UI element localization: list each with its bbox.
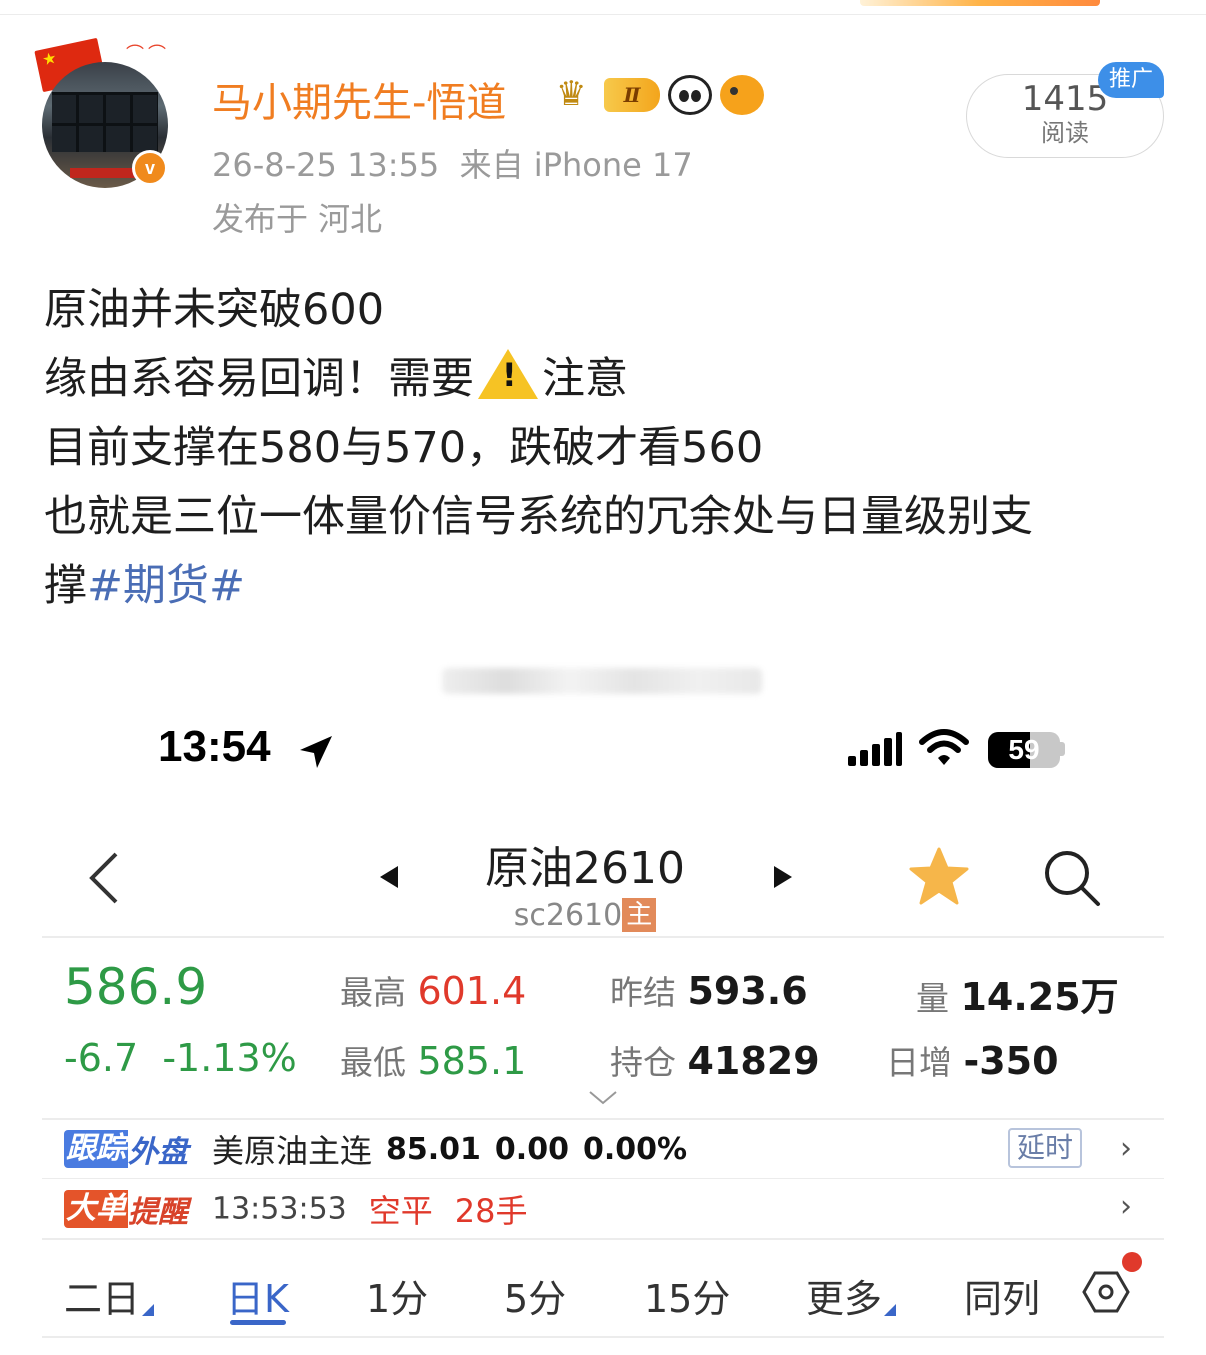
post-line: 也就是三位一体量价信号系统的冗余处与日量级别支 — [44, 492, 1033, 542]
instrument-code-row: sc2610 主 — [490, 898, 680, 933]
foreign-change: 0.00 — [494, 1131, 569, 1167]
big-order-type: 空平 — [368, 1192, 433, 1230]
divider — [42, 1238, 1164, 1240]
post-line: 撑#期货# — [44, 561, 246, 611]
top-accent-bar — [860, 0, 1100, 6]
tab-1min[interactable]: 1分 — [366, 1268, 428, 1323]
divider — [42, 1336, 1164, 1338]
alert-tag: 提醒 — [128, 1195, 188, 1230]
foreign-price: 85.01 — [386, 1131, 481, 1167]
battery-icon: 59 — [988, 732, 1060, 768]
blurred-watermark — [442, 668, 762, 694]
user-badges: ♛ Ⅱ — [556, 74, 764, 116]
divider — [42, 1118, 1164, 1120]
battery-tip — [1060, 742, 1065, 756]
open-interest-value: 41829 — [687, 1039, 820, 1083]
low-field: 最低 585.1 — [340, 1039, 527, 1083]
post-line: 缘由系容易回调！需要! 注意 — [44, 345, 1164, 414]
star-icon[interactable] — [908, 846, 970, 906]
chevron-down-icon[interactable] — [588, 1090, 618, 1106]
daily-change-field: 日增 -350 — [886, 1039, 1059, 1083]
post-text: 原油并未突破600 缘由系容易回调！需要! 注意 目前支撑在580与570，跌破才… — [44, 276, 1164, 621]
verified-badge-icon: v — [132, 150, 168, 186]
high-field: 最高 601.4 — [340, 969, 527, 1013]
tab-same-column[interactable]: 同列 — [964, 1268, 1040, 1323]
big-order-time: 13:53:53 — [212, 1191, 347, 1227]
tracking-tag: 跟踪 — [64, 1130, 128, 1168]
author-avatar-group[interactable]: ★ ⌒⌒ v — [34, 37, 174, 188]
main-contract-tag: 主 — [622, 898, 657, 932]
post-source: 来自 iPhone 17 — [459, 146, 693, 184]
period-tabs: 二日 日K 1分 5分 15分 更多 同列 — [42, 1252, 1164, 1336]
foreign-percent: 0.00% — [582, 1131, 688, 1167]
promo-badge: 推广 — [1098, 62, 1164, 98]
foreign-market-row[interactable]: 跟踪外盘 美原油主连 85.01 0.00 0.00% 延时 › — [64, 1126, 1144, 1176]
settle-field: 昨结 593.6 — [610, 969, 808, 1013]
birds-icon: ⌒⌒ — [126, 44, 170, 65]
tab-more[interactable]: 更多 — [806, 1268, 897, 1323]
location-arrow-icon — [300, 736, 332, 768]
wifi-icon — [919, 729, 969, 765]
foreign-name: 美原油主连 — [212, 1132, 373, 1170]
instrument-title: 原油2610 — [485, 843, 685, 894]
settle-value: 593.6 — [687, 969, 808, 1013]
next-arrow-icon[interactable] — [774, 866, 792, 888]
open-interest-field: 持仓 41829 — [610, 1039, 820, 1083]
divider — [42, 936, 1164, 938]
notification-dot — [1122, 1252, 1142, 1272]
post-time: 26-8-25 13:55 — [212, 146, 440, 184]
back-icon[interactable] — [84, 850, 124, 906]
warning-icon: ! — [478, 349, 538, 399]
change-value: -6.7 — [64, 1036, 139, 1080]
volume-field: 量 14.25万 — [916, 975, 1119, 1019]
reads-label: 阅读 — [1041, 119, 1089, 147]
divider — [42, 1178, 1164, 1179]
crown-icon: ♛ — [556, 74, 587, 114]
top-divider — [0, 14, 1206, 15]
last-price: 586.9 — [64, 958, 208, 1016]
big-order-qty: 28手 — [454, 1192, 528, 1230]
settings-hexagon-icon[interactable] — [1082, 1268, 1130, 1316]
status-time: 13:54 — [158, 722, 271, 771]
fish-icon — [720, 75, 764, 115]
foreign-tag: 外盘 — [128, 1135, 188, 1170]
instrument-code: sc2610 — [513, 898, 623, 933]
big-order-tag: 大单 — [64, 1190, 128, 1228]
panda-icon — [668, 75, 712, 115]
big-order-row[interactable]: 大单提醒 13:53:53 空平 28手 › — [64, 1186, 1144, 1236]
post-location: 发布于 河北 — [212, 200, 383, 238]
price-change: -6.7 -1.13% — [64, 1036, 297, 1080]
active-tab-indicator — [230, 1320, 286, 1325]
author-name[interactable]: 马小期先生-悟道 — [212, 70, 506, 128]
battery-percent: 59 — [1008, 734, 1040, 765]
tab-15min[interactable]: 15分 — [644, 1268, 730, 1323]
high-value: 601.4 — [417, 969, 527, 1013]
low-value: 585.1 — [417, 1039, 527, 1083]
prev-arrow-icon[interactable] — [380, 866, 398, 888]
post-line: 目前支撑在580与570，跌破才看560 — [44, 423, 764, 473]
delay-badge: 延时 — [1008, 1128, 1082, 1168]
chevron-right-icon[interactable]: › — [1120, 1192, 1140, 1222]
tab-5min[interactable]: 5分 — [504, 1268, 566, 1323]
change-percent: -1.13% — [162, 1036, 297, 1080]
tab-two-day[interactable]: 二日 — [64, 1268, 155, 1323]
volume-value: 14.25万 — [960, 975, 1119, 1019]
daily-change-value: -350 — [963, 1039, 1059, 1083]
chevron-right-icon[interactable]: › — [1120, 1134, 1140, 1164]
post-line: 原油并未突破600 — [44, 285, 385, 335]
signal-icon — [848, 732, 902, 766]
search-icon[interactable] — [1040, 846, 1104, 910]
tab-daily-k[interactable]: 日K — [226, 1268, 289, 1323]
hashtag-link[interactable]: #期货# — [87, 561, 245, 611]
post-meta: 26-8-25 13:55 来自 iPhone 17 — [212, 140, 693, 186]
